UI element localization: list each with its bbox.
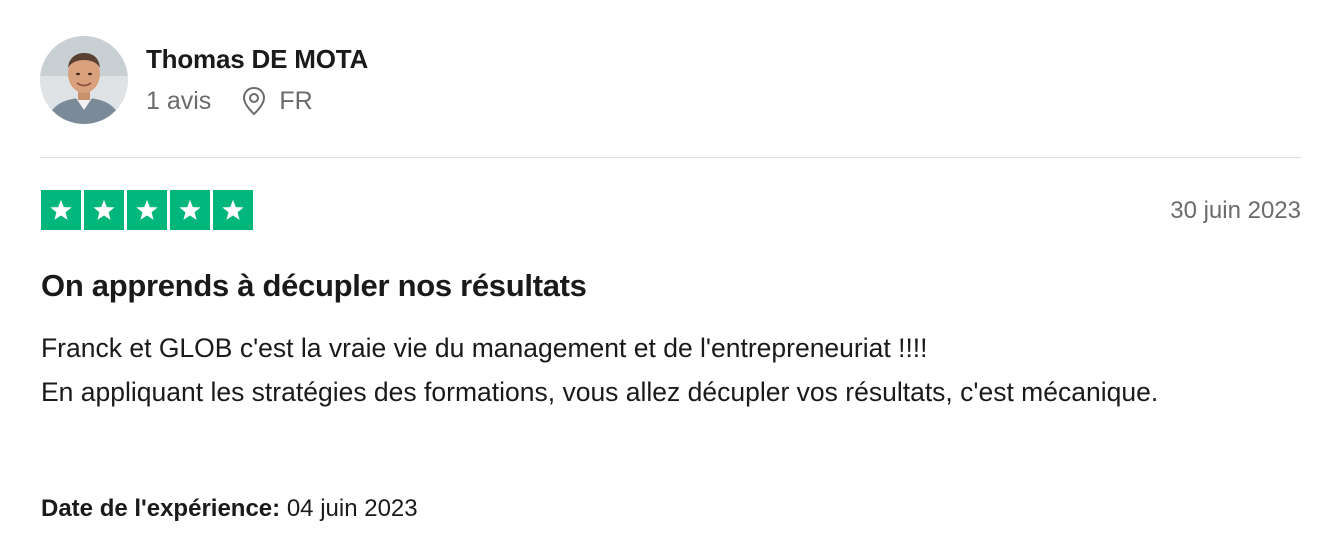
reviews-count: 1 avis <box>146 87 212 115</box>
avatar[interactable] <box>40 36 128 124</box>
consumer-meta: 1 avis FR <box>146 85 368 117</box>
experience-value: 04 juin 2023 <box>286 495 418 522</box>
star-icon <box>84 190 124 230</box>
rating-row: 30 juin 2023 <box>41 190 1301 232</box>
review-body-line: En appliquant les stratégies des formati… <box>41 377 1159 407</box>
consumer-location: FR <box>241 85 313 117</box>
consumer-name[interactable]: Thomas DE MOTA <box>146 43 368 75</box>
country-code: FR <box>279 87 313 115</box>
review-card: Thomas DE MOTA 1 avis FR 30 juin 2023 On… <box>0 0 1338 552</box>
experience-date: Date de l'expérience: 04 juin 2023 <box>41 493 418 525</box>
star-rating <box>41 190 253 230</box>
map-pin-icon <box>241 86 267 116</box>
star-icon <box>170 190 210 230</box>
consumer-info: Thomas DE MOTA 1 avis FR <box>146 43 368 117</box>
review-date: 30 juin 2023 <box>1170 197 1301 224</box>
review-body-line: Franck et GLOB c'est la vraie vie du man… <box>41 333 928 363</box>
divider <box>40 157 1301 158</box>
avatar-photo <box>40 36 128 124</box>
star-icon <box>41 190 81 230</box>
star-icon <box>127 190 167 230</box>
star-icon <box>213 190 253 230</box>
experience-label: Date de l'expérience: <box>41 495 281 522</box>
review-body: Franck et GLOB c'est la vraie vie du man… <box>41 326 1301 414</box>
consumer-header: Thomas DE MOTA 1 avis FR <box>40 36 368 124</box>
review-title[interactable]: On apprends à décupler nos résultats <box>41 266 587 306</box>
